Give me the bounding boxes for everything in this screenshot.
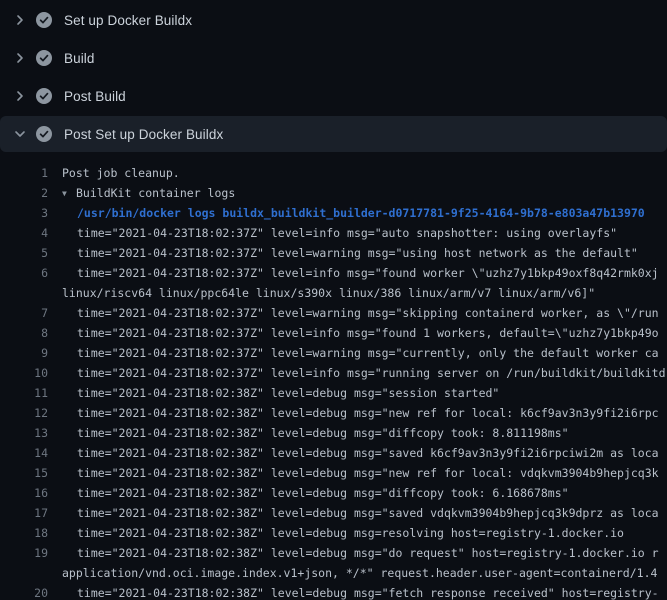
log-text: time="2021-04-23T18:02:38Z" level=debug … (48, 503, 659, 523)
log-row: 20 time="2021-04-23T18:02:38Z" level=deb… (0, 583, 667, 600)
line-number[interactable]: 11 (0, 383, 48, 403)
line-number[interactable]: 14 (0, 443, 48, 463)
line-number[interactable]: 15 (0, 463, 48, 483)
check-circle-icon (36, 88, 52, 104)
log-row: 5 time="2021-04-23T18:02:37Z" level=warn… (0, 243, 667, 263)
log-row: 7 time="2021-04-23T18:02:37Z" level=warn… (0, 303, 667, 323)
line-number[interactable]: 5 (0, 243, 48, 263)
check-circle-icon (36, 126, 52, 142)
log-text: time="2021-04-23T18:02:37Z" level=info m… (48, 323, 659, 343)
log-text: time="2021-04-23T18:02:37Z" level=warnin… (48, 343, 659, 363)
log-row: 16 time="2021-04-23T18:02:38Z" level=deb… (0, 483, 667, 503)
chevron-right-icon[interactable] (12, 12, 28, 28)
line-number[interactable]: 6 (0, 263, 48, 283)
step-label: Set up Docker Buildx (64, 13, 192, 28)
line-number[interactable]: 18 (0, 523, 48, 543)
chevron-right-icon[interactable] (12, 50, 28, 66)
step-label: Post Build (64, 89, 126, 104)
line-number (0, 563, 48, 583)
step-row-set-up-docker-buildx[interactable]: Set up Docker Buildx (0, 2, 667, 38)
log-row: 10 time="2021-04-23T18:02:37Z" level=inf… (0, 363, 667, 383)
line-number[interactable]: 16 (0, 483, 48, 503)
log-text: time="2021-04-23T18:02:38Z" level=debug … (48, 543, 659, 563)
log-row: 14 time="2021-04-23T18:02:38Z" level=deb… (0, 443, 667, 463)
step-row-build[interactable]: Build (0, 40, 667, 76)
log-row: 6 time="2021-04-23T18:02:37Z" level=info… (0, 263, 667, 283)
step-label: Post Set up Docker Buildx (64, 127, 223, 142)
log-text: time="2021-04-23T18:02:38Z" level=debug … (48, 583, 659, 600)
actions-log-viewer: Set up Docker Buildx Build Post Build (0, 0, 667, 600)
log-row: 17 time="2021-04-23T18:02:38Z" level=deb… (0, 503, 667, 523)
group-title[interactable]: BuildKit container logs (76, 186, 235, 200)
log-row: 12 time="2021-04-23T18:02:38Z" level=deb… (0, 403, 667, 423)
line-number[interactable]: 7 (0, 303, 48, 323)
line-number[interactable]: 13 (0, 423, 48, 443)
line-number[interactable]: 9 (0, 343, 48, 363)
log-text: application/vnd.oci.image.index.v1+json,… (48, 563, 657, 583)
log-text: time="2021-04-23T18:02:37Z" level=warnin… (48, 243, 638, 263)
log-text: linux/riscv64 linux/ppc64le linux/s390x … (48, 283, 595, 303)
log-group-row: ▼BuildKit container logs (48, 183, 235, 203)
log-row: 13 time="2021-04-23T18:02:38Z" level=deb… (0, 423, 667, 443)
log-row: 19 time="2021-04-23T18:02:38Z" level=deb… (0, 543, 667, 563)
log-row: 2 ▼BuildKit container logs (0, 183, 667, 203)
group-caret-icon[interactable]: ▼ (62, 184, 76, 204)
log-text: time="2021-04-23T18:02:38Z" level=debug … (48, 483, 569, 503)
log-row: 3 /usr/bin/docker logs buildx_buildkit_b… (0, 203, 667, 223)
log-text: time="2021-04-23T18:02:37Z" level=info m… (48, 263, 659, 283)
step-row-post-build[interactable]: Post Build (0, 78, 667, 114)
log-text: /usr/bin/docker logs buildx_buildkit_bui… (48, 203, 645, 223)
chevron-down-icon[interactable] (12, 126, 28, 142)
step-label: Build (64, 51, 95, 66)
log-row: 15 time="2021-04-23T18:02:38Z" level=deb… (0, 463, 667, 483)
line-number (0, 283, 48, 303)
log-row: 11 time="2021-04-23T18:02:38Z" level=deb… (0, 383, 667, 403)
log-text: time="2021-04-23T18:02:37Z" level=info m… (48, 223, 617, 243)
log-row: 8 time="2021-04-23T18:02:37Z" level=info… (0, 323, 667, 343)
log-text: time="2021-04-23T18:02:38Z" level=debug … (48, 443, 659, 463)
log-text: time="2021-04-23T18:02:38Z" level=debug … (48, 423, 569, 443)
line-number[interactable]: 10 (0, 363, 48, 383)
log-text: time="2021-04-23T18:02:38Z" level=debug … (48, 463, 659, 483)
check-circle-icon (36, 12, 52, 28)
log-text: time="2021-04-23T18:02:38Z" level=debug … (48, 523, 624, 543)
step-row-post-set-up-docker-buildx[interactable]: Post Set up Docker Buildx (0, 116, 667, 152)
log-text: time="2021-04-23T18:02:38Z" level=debug … (48, 383, 499, 403)
line-number[interactable]: 1 (0, 163, 48, 183)
log-view: 1 Post job cleanup. 2 ▼BuildKit containe… (0, 154, 667, 600)
log-row: 1 Post job cleanup. (0, 163, 667, 183)
line-number[interactable]: 2 (0, 183, 48, 203)
log-text: Post job cleanup. (48, 163, 180, 183)
log-text: time="2021-04-23T18:02:38Z" level=debug … (48, 403, 659, 423)
line-number[interactable]: 20 (0, 583, 48, 600)
line-number[interactable]: 4 (0, 223, 48, 243)
log-text: time="2021-04-23T18:02:37Z" level=info m… (48, 363, 666, 383)
chevron-right-icon[interactable] (12, 88, 28, 104)
log-row: 9 time="2021-04-23T18:02:37Z" level=warn… (0, 343, 667, 363)
line-number[interactable]: 3 (0, 203, 48, 223)
line-number[interactable]: 19 (0, 543, 48, 563)
line-number[interactable]: 17 (0, 503, 48, 523)
log-row: 18 time="2021-04-23T18:02:38Z" level=deb… (0, 523, 667, 543)
log-row: linux/riscv64 linux/ppc64le linux/s390x … (0, 283, 667, 303)
log-text: time="2021-04-23T18:02:37Z" level=warnin… (48, 303, 659, 323)
log-row: 4 time="2021-04-23T18:02:37Z" level=info… (0, 223, 667, 243)
log-row: application/vnd.oci.image.index.v1+json,… (0, 563, 667, 583)
line-number[interactable]: 12 (0, 403, 48, 423)
check-circle-icon (36, 50, 52, 66)
steps-list: Set up Docker Buildx Build Post Build (0, 2, 667, 152)
line-number[interactable]: 8 (0, 323, 48, 343)
